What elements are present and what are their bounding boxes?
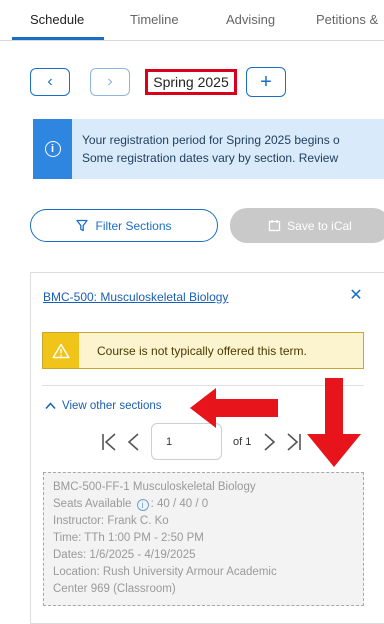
chevron-up-icon [45,402,56,410]
view-other-sections-label: View other sections [62,400,162,412]
funnel-icon [76,219,89,232]
warning-icon [52,343,70,358]
annotation-arrow-left [190,388,278,428]
save-to-ical-button[interactable]: Save to iCal [230,208,384,243]
add-term-button[interactable]: + [246,67,286,97]
section-title: BMC-500-FF-1 Musculoskeletal Biology [53,481,256,493]
term-warning-alert: Course is not typically offered this ter… [42,332,364,369]
registration-info-banner: i Your registration period for Spring 20… [33,119,384,179]
seats-value: : 40 / 40 / 0 [150,498,209,510]
active-tab-indicator [12,37,104,40]
tab-schedule[interactable]: Schedule [30,12,84,27]
view-other-sections-toggle[interactable]: View other sections [45,400,162,412]
info-icon[interactable]: i [136,499,149,511]
banner-line-2: Some registration dates vary by section.… [82,151,339,165]
calendar-icon [268,220,281,232]
section-location: Location: Rush University Armour Academi… [53,566,277,578]
tab-timeline[interactable]: Timeline [130,12,179,27]
next-page-icon[interactable] [263,432,277,452]
chevron-right-icon: › [107,73,113,90]
first-page-icon[interactable] [100,432,118,452]
warning-text: Course is not typically offered this ter… [97,344,307,358]
section-instructor: Instructor: Frank C. Ko [53,515,169,527]
filter-sections-button[interactable]: Filter Sections [30,209,218,242]
seats-available: Seats Available i: 40 / 40 / 0 [53,498,208,511]
tab-petitions[interactable]: Petitions & [316,12,378,27]
previous-term-button[interactable]: ‹ [30,68,70,96]
tab-bar: Schedule Timeline Advising Petitions & [0,0,384,41]
tab-advising[interactable]: Advising [226,12,275,27]
filter-sections-label: Filter Sections [95,218,172,233]
course-title-link[interactable]: BMC-500: Musculoskeletal Biology [43,290,228,304]
info-icon: i [44,141,61,157]
section-dates: Dates: 1/6/2025 - 4/19/2025 [53,549,196,561]
next-term-button[interactable]: › [90,68,130,96]
section-location-continued: Center 969 (Classroom) [53,583,176,595]
seats-label: Seats Available [53,498,132,510]
plus-icon: + [260,70,272,93]
page-count-label: of 1 [233,436,252,448]
last-page-icon[interactable] [285,432,303,452]
section-time: Time: TTh 1:00 PM - 2:50 PM [53,532,204,544]
save-to-ical-label: Save to iCal [287,218,352,233]
banner-line-1: Your registration period for Spring 2025… [82,133,340,147]
previous-page-icon[interactable] [126,432,140,452]
current-term-label: Spring 2025 [145,69,237,95]
chevron-left-icon: ‹ [47,73,53,90]
annotation-arrow-down [307,378,361,467]
close-icon[interactable]: ✕ [346,285,366,305]
